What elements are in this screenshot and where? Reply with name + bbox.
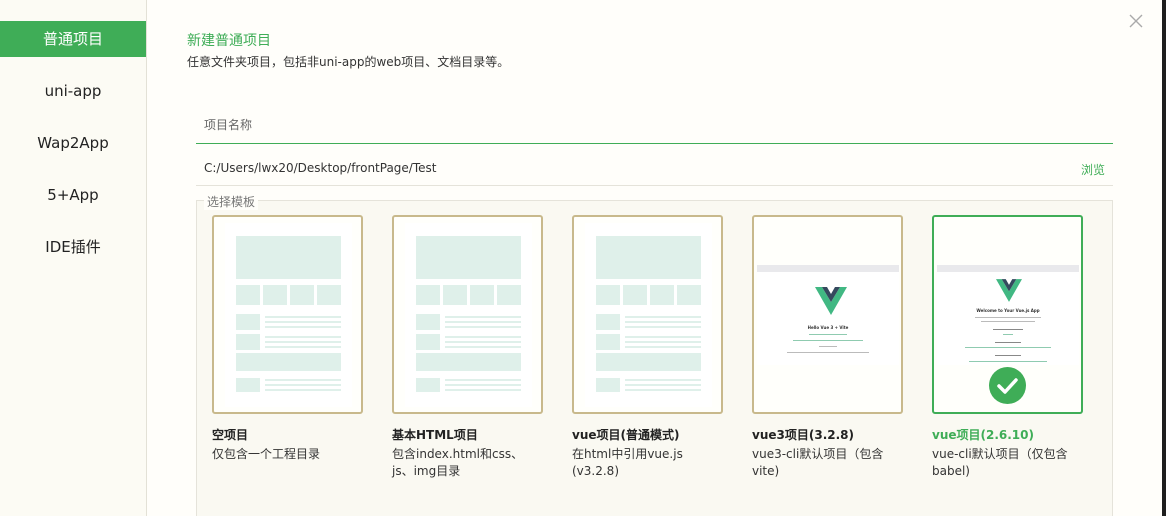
sidebar-item-ide-plugin[interactable]: IDE插件: [0, 229, 146, 265]
vue-logo-icon: [815, 287, 847, 315]
window-edge: [1162, 0, 1166, 516]
template-preview-wireframe: [225, 223, 352, 407]
template-desc-empty: 仅包含一个工程目录: [212, 447, 321, 461]
template-card-vue-normal[interactable]: [572, 215, 723, 414]
selected-check-icon: [989, 367, 1026, 404]
project-type-sidebar: 普通项目 uni-app Wap2App 5+App IDE插件: [0, 0, 147, 516]
template-name-empty: 空项目: [212, 428, 249, 442]
template-desc-vue-normal: 在html中引用vue.js (v3.2.8): [572, 447, 683, 478]
template-preview-screenshot: Welcome to Your Vue.js App: [937, 265, 1079, 365]
template-legend: 选择模板: [204, 193, 259, 210]
template-name-vue-normal: vue项目(普通模式): [572, 428, 680, 442]
template-preview-wireframe: [405, 223, 532, 407]
project-name-field: [196, 110, 1113, 144]
template-name-basic-html: 基本HTML项目: [392, 428, 478, 442]
project-path-field: C:/Users/lwx20/Desktop/frontPage/Test 浏览: [196, 152, 1113, 186]
template-name-vue3: vue3项目(3.2.8): [752, 428, 854, 442]
template-preview-wireframe: [585, 223, 712, 407]
template-card-empty[interactable]: [212, 215, 363, 414]
template-card-basic-html[interactable]: [392, 215, 543, 414]
template-card-vue2[interactable]: Welcome to Your Vue.js App: [932, 215, 1083, 414]
template-name-vue2: vue项目(2.6.10): [932, 428, 1034, 442]
sidebar-item-wap2app[interactable]: Wap2App: [0, 125, 146, 161]
preview-heading: Hello Vue 3 + Vite: [807, 325, 849, 330]
page-title: 新建普通项目: [187, 33, 271, 49]
browse-button[interactable]: 浏览: [1081, 161, 1105, 178]
template-preview-screenshot: Hello Vue 3 + Vite: [757, 265, 899, 365]
main-panel: 新建普通项目 任意文件夹项目，包括非uni-app的web项目、文档目录等。 C…: [147, 0, 1162, 516]
sidebar-item-5plus-app[interactable]: 5+App: [0, 177, 146, 213]
template-desc-basic-html: 包含index.html和css、js、img目录: [392, 447, 524, 478]
sidebar-item-uni-app[interactable]: uni-app: [0, 73, 146, 109]
template-desc-vue2: vue-cli默认项目（仅包含babel): [932, 447, 1068, 478]
vue-logo-icon: [996, 279, 1022, 302]
template-desc-vue3: vue3-cli默认项目（包含vite): [752, 447, 884, 478]
new-project-dialog: 普通项目 uni-app Wap2App 5+App IDE插件 新建普通项目 …: [0, 0, 1166, 516]
project-path-input[interactable]: C:/Users/lwx20/Desktop/frontPage/Test: [204, 161, 436, 175]
sidebar-item-normal-project[interactable]: 普通项目: [0, 21, 146, 57]
preview-heading: Welcome to Your Vue.js App: [976, 308, 1040, 313]
template-card-vue3[interactable]: Hello Vue 3 + Vite: [752, 215, 903, 414]
project-name-input[interactable]: [196, 110, 1113, 140]
page-subtitle: 任意文件夹项目，包括非uni-app的web项目、文档目录等。: [187, 55, 510, 69]
